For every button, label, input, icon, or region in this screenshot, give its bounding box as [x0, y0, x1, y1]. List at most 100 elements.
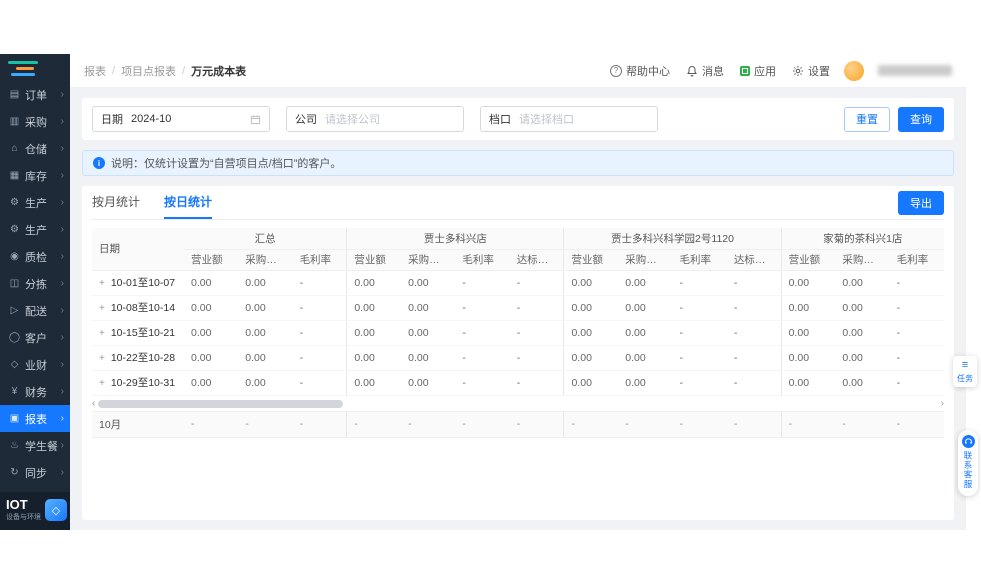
table-row[interactable]: +10-08至10-14 0.00 0.00-0.00 0.00- -0.00 0.00-…	[92, 295, 944, 321]
export-button[interactable]: 导出	[898, 190, 944, 215]
user-name-redacted[interactable]	[878, 65, 952, 76]
tab-按日统计[interactable]: 按日统计	[164, 186, 213, 219]
header-action-gear[interactable]: 设置	[792, 63, 830, 79]
header-actions: ? 帮助中心 消息 应用 设置	[610, 63, 830, 79]
breadcrumb: 报表 / 项目点报表 / 万元成本表	[84, 63, 246, 79]
cell: 0.00	[346, 320, 402, 346]
col-header: 毛利率	[292, 249, 347, 271]
tasks-label: 任务	[957, 374, 973, 383]
sidebar-item-生产[interactable]: ⚙ 生产 ›	[0, 216, 70, 243]
sidebar-item-分拣[interactable]: ◫ 分拣 ›	[0, 270, 70, 297]
sidebar-item-label: 同步	[25, 467, 47, 480]
chevron-right-icon: ›	[60, 89, 64, 100]
date-filter[interactable]: 日期 2024-10	[92, 106, 270, 132]
col-header: 毛利率	[455, 249, 510, 271]
sidebar-item-学生餐[interactable]: ♨ 学生餐 ›	[0, 432, 70, 459]
table-row[interactable]: +10-29至10-31 0.00 0.00-0.00 0.00- -0.00 0.00-…	[92, 370, 944, 396]
iot-subtitle: 设备与环境	[6, 514, 41, 521]
cell: -	[672, 270, 727, 296]
footer-cell: -	[618, 410, 673, 438]
reports-icon: ▣	[9, 413, 20, 424]
avatar[interactable]	[844, 60, 864, 81]
cell: -	[292, 345, 347, 371]
sidebar-item-label: 报表	[25, 413, 47, 426]
scrollbar-track[interactable]	[98, 400, 937, 408]
col-header: 采购成本	[401, 249, 456, 271]
table-row[interactable]: +10-22至10-28 0.00 0.00-0.00 0.00- -0.00 0.00-…	[92, 345, 944, 371]
scrollbar-thumb[interactable]	[98, 400, 344, 408]
expand-icon[interactable]: +	[99, 278, 105, 289]
scroll-left-icon[interactable]: ‹	[92, 399, 95, 409]
iot-logo[interactable]: IOT 设备与环境 ◇	[0, 492, 70, 530]
expand-icon[interactable]: +	[99, 353, 105, 364]
horizontal-scrollbar[interactable]: ‹ ›	[92, 398, 944, 411]
cell: -	[509, 370, 564, 396]
stall-filter-label: 档口	[489, 114, 511, 126]
cell: 0.00	[184, 345, 239, 371]
report-card: 按月统计 按日统计 导出 日期 汇总 贾士多科兴店 贾士多科兴科学园2号1120 家菊的茶…	[82, 186, 954, 520]
stats-table: 日期 汇总 贾士多科兴店 贾士多科兴科学园2号1120 家菊的茶科兴1店 营业额 采购成本…	[92, 228, 944, 396]
table-row[interactable]: +10-15至10-21 0.00 0.00-0.00 0.00- -0.00 0.00-…	[92, 320, 944, 346]
stall-filter[interactable]: 档口 请选择档口	[480, 106, 658, 132]
cell: 0.00	[780, 345, 836, 371]
sidebar-item-采购[interactable]: ▥ 采购 ›	[0, 108, 70, 135]
sidebar-item-客户[interactable]: ◯ 客户 ›	[0, 324, 70, 351]
cell: 0.00	[563, 370, 619, 396]
sidebar-item-仓储[interactable]: ⌂ 仓储 ›	[0, 135, 70, 162]
sidebar-item-生产[interactable]: ⚙ 生产 ›	[0, 189, 70, 216]
cell: 0.00	[618, 320, 673, 346]
finance-icon: ¥	[11, 386, 18, 397]
footer-cell: -	[401, 410, 456, 438]
sidebar-item-报表[interactable]: ▣ 报表 ›	[0, 405, 70, 432]
cell: 0.00	[401, 320, 456, 346]
company-filter-placeholder: 请选择公司	[325, 114, 380, 126]
sidebar-item-质检[interactable]: ◉ 质检 ›	[0, 243, 70, 270]
cell: 0.00	[184, 320, 239, 346]
header-action-apps[interactable]: 应用	[740, 63, 776, 79]
search-button[interactable]: 查询	[898, 106, 944, 132]
contact-service-fab[interactable]: 联系客服	[958, 430, 978, 496]
row-date: +10-08至10-14	[92, 295, 184, 321]
breadcrumb-item[interactable]: 项目点报表	[121, 63, 176, 79]
header-action-help-circle[interactable]: ? 帮助中心	[610, 63, 670, 79]
tab-按月统计[interactable]: 按月统计	[92, 186, 140, 219]
header-action-bell[interactable]: 消息	[686, 63, 724, 79]
breadcrumb-item[interactable]: 万元成本表	[191, 63, 246, 79]
sidebar-item-订单[interactable]: ▤ 订单 ›	[0, 81, 70, 108]
sidebar-item-业财[interactable]: ◇ 业财 ›	[0, 351, 70, 378]
chevron-right-icon: ›	[60, 116, 64, 127]
sidebar-item-库存[interactable]: ▦ 库存 ›	[0, 162, 70, 189]
tasks-fab[interactable]: ≡ 任务	[953, 356, 977, 387]
student-meals-icon: ♨	[10, 440, 19, 451]
sidebar: ▤ 订单 › ▥ 采购 › ⌂ 仓储 › ▦ 库存 › ⚙ 生产 › ⚙ 生产 › ◉ 质检 › ◫ 分拣 › ▷ 配送 › ◯ 客户 ›…	[0, 54, 70, 530]
cell: 0.00	[346, 270, 402, 296]
sidebar-item-配送[interactable]: ▷ 配送 ›	[0, 297, 70, 324]
cell: -	[726, 270, 782, 296]
expand-icon[interactable]: +	[99, 328, 105, 339]
expand-icon[interactable]: +	[99, 303, 105, 314]
cell: -	[889, 345, 944, 371]
app-window: ▤ 订单 › ▥ 采购 › ⌂ 仓储 › ▦ 库存 › ⚙ 生产 › ⚙ 生产 › ◉ 质检 › ◫ 分拣 › ▷ 配送 › ◯ 客户 ›…	[0, 54, 966, 530]
company-filter[interactable]: 公司 请选择公司	[286, 106, 464, 132]
app-logo[interactable]	[0, 54, 70, 81]
cell: 0.00	[238, 320, 293, 346]
reset-button[interactable]: 重置	[844, 106, 890, 132]
sidebar-item-财务[interactable]: ¥ 财务 ›	[0, 378, 70, 405]
cell: -	[889, 370, 944, 396]
summary-table: 10月 - - - - - - - - - - - - - -	[92, 410, 944, 438]
cell: 0.00	[618, 295, 673, 321]
breadcrumb-item[interactable]: 报表	[84, 63, 106, 79]
sidebar-item-label: 质检	[25, 251, 47, 264]
table-area: 日期 汇总 贾士多科兴店 贾士多科兴科学园2号1120 家菊的茶科兴1店 营业额 采购成本…	[92, 228, 944, 438]
table-row[interactable]: +10-01至10-07 0.00 0.00-0.00 0.00- -0.00 0.00-…	[92, 270, 944, 296]
scroll-right-icon[interactable]: ›	[941, 399, 944, 409]
sidebar-item-同步[interactable]: ↻ 同步 ›	[0, 459, 70, 486]
cell: -	[455, 270, 510, 296]
cell: -	[889, 270, 944, 296]
cell: -	[726, 345, 782, 371]
chevron-right-icon: ›	[60, 197, 64, 208]
expand-icon[interactable]: +	[99, 378, 105, 389]
sidebar-item-label: 分拣	[25, 278, 47, 291]
footer-cell: -	[455, 410, 510, 438]
logo-bar	[8, 61, 38, 64]
